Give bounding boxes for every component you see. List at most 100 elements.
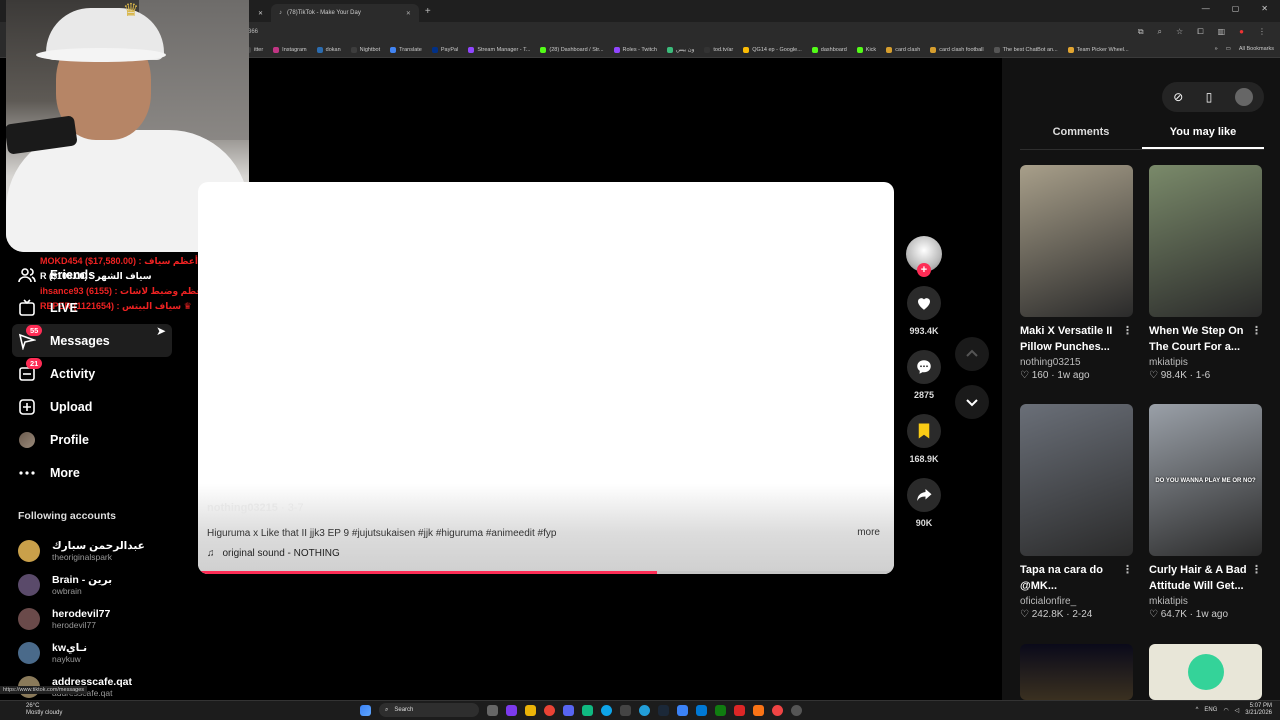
bookmark-item[interactable]: ون بيس xyxy=(666,46,694,53)
language-indicator[interactable]: ENG xyxy=(1204,707,1217,713)
video-card[interactable] xyxy=(1020,644,1133,700)
follow-plus-icon[interactable]: + xyxy=(917,263,931,277)
zoom-icon[interactable]: ⌕ xyxy=(1158,27,1162,37)
bookmark-item[interactable]: dokan xyxy=(316,46,341,53)
video-thumbnail[interactable] xyxy=(1149,165,1262,317)
video-card[interactable] xyxy=(1149,644,1262,700)
bookmark-item[interactable]: Team Picker Wheel... xyxy=(1067,46,1129,53)
edge-icon[interactable] xyxy=(601,704,612,716)
bookmark-item[interactable]: QG14 ep - Google... xyxy=(743,46,802,53)
comment-icon[interactable] xyxy=(907,350,941,384)
weather-widget[interactable]: 26°C Mostly cloudy xyxy=(26,703,62,717)
share-action[interactable]: 90K xyxy=(907,478,941,528)
clock[interactable]: 5:07 PM 3/21/2026 xyxy=(1245,703,1272,717)
bookmark-item[interactable]: The best ChatBot an... xyxy=(993,46,1058,53)
following-account[interactable]: برين - Brain owbrain xyxy=(18,568,178,602)
bookmarks-overflow-icon[interactable]: » xyxy=(1215,46,1218,52)
share-icon[interactable] xyxy=(907,478,941,512)
bookmark-item[interactable]: Instagram xyxy=(273,46,307,53)
video-card[interactable]: When We Step On The Court For a... ⋮ mkiati… xyxy=(1149,165,1262,381)
sidebar-item-messages[interactable]: Messages 55 xyxy=(12,324,172,357)
discord-icon[interactable] xyxy=(563,704,574,716)
previous-video-button[interactable] xyxy=(955,337,989,371)
video-thumbnail[interactable] xyxy=(1020,404,1133,556)
bookmark-item[interactable]: Kick xyxy=(856,46,876,53)
card-author[interactable]: mkiatipis xyxy=(1149,596,1262,607)
following-account[interactable]: kwنـاي naykuw xyxy=(18,636,178,670)
wifi-icon[interactable]: ◠ xyxy=(1223,707,1228,714)
browser-tab[interactable]: ✕ xyxy=(250,4,271,22)
profile-icon[interactable]: ● xyxy=(1239,27,1244,37)
video-sound[interactable]: ♫ original sound - NOTHING xyxy=(207,548,340,559)
sidebar-item-profile[interactable]: Profile xyxy=(12,423,172,456)
author-name[interactable]: nothing03215 xyxy=(207,502,278,514)
star-icon[interactable]: ☆ xyxy=(1176,27,1183,37)
file-explorer-icon[interactable] xyxy=(525,704,536,716)
tab-you-may-like[interactable]: You may like xyxy=(1142,120,1264,149)
video-card[interactable]: Maki X Versatile II Pillow Punches... ⋮ not… xyxy=(1020,165,1133,381)
chrome-icon[interactable] xyxy=(544,704,555,716)
sidebar-item-more[interactable]: More xyxy=(12,456,172,489)
sidebar-item-activity[interactable]: Activity 21 xyxy=(12,357,172,390)
split-icon[interactable]: ▥ xyxy=(1218,27,1226,37)
extensions-icon[interactable]: ⧠ xyxy=(1197,27,1203,37)
card-title[interactable]: Curly Hair & A Bad Attitude Will Get... ⋮ xyxy=(1149,562,1262,594)
compass-icon[interactable]: ⊘ xyxy=(1173,90,1183,104)
video-player[interactable]: nothing03215 · 3-7 Higuruma x Like that … xyxy=(198,182,894,574)
kebab-menu-icon[interactable]: ⋮ xyxy=(1251,323,1262,339)
app-icon[interactable] xyxy=(734,704,745,716)
new-tab-icon[interactable]: + xyxy=(425,6,431,17)
steam-icon[interactable] xyxy=(658,704,669,716)
sidebar-item-friends[interactable]: Friends xyxy=(12,258,172,291)
xbox-icon[interactable] xyxy=(715,704,726,716)
app-icon[interactable] xyxy=(753,704,764,716)
bookmark-item[interactable]: Stream Manager - T... xyxy=(468,46,530,53)
volume-icon[interactable]: ◁ xyxy=(1235,707,1240,714)
minimize-icon[interactable]: — xyxy=(1202,4,1210,13)
card-author[interactable]: oficialonfire_ xyxy=(1020,596,1133,607)
bookmark-item[interactable]: tod.tv/ar xyxy=(704,46,733,53)
video-thumbnail[interactable]: DO YOU WANNA PLAY ME OR NO? xyxy=(1149,404,1262,556)
creator-avatar[interactable]: + xyxy=(906,236,942,277)
following-account[interactable]: herodevil77 herodevil77 xyxy=(18,602,178,636)
app-icon[interactable] xyxy=(791,704,802,716)
obs-icon[interactable] xyxy=(582,704,593,716)
caption-more-link[interactable]: more xyxy=(857,527,880,538)
video-thumbnail[interactable] xyxy=(1020,165,1133,317)
taskbar-search[interactable]: ⌕ Search xyxy=(379,703,479,717)
kebab-menu-icon[interactable]: ⋮ xyxy=(1122,323,1133,339)
card-title[interactable]: Tapa na cara do @MK... ⋮ xyxy=(1020,562,1133,594)
bookmark-item[interactable]: card clash football xyxy=(930,46,984,53)
tab-close-icon[interactable]: ✕ xyxy=(258,10,263,17)
video-progress-bar[interactable] xyxy=(198,571,894,574)
tab-close-icon[interactable]: ✕ xyxy=(406,10,411,17)
card-title[interactable]: Maki X Versatile II Pillow Punches... ⋮ xyxy=(1020,323,1133,355)
video-author[interactable]: nothing03215 · 3-7 xyxy=(207,502,304,514)
mobile-icon[interactable]: ▯ xyxy=(1206,90,1213,104)
bookmark-icon[interactable] xyxy=(907,414,941,448)
calculator-icon[interactable] xyxy=(620,704,631,716)
heart-action[interactable]: 993.4K xyxy=(907,286,941,336)
browser-tab-tiktok[interactable]: ♪ (78)TikTok - Make Your Day ✕ xyxy=(271,4,419,22)
heart-icon[interactable] xyxy=(907,286,941,320)
app-icon[interactable] xyxy=(696,704,707,716)
card-author[interactable]: nothing03215 xyxy=(1020,357,1133,368)
app-icon[interactable] xyxy=(677,704,688,716)
bookmark-item[interactable]: Nightbot xyxy=(350,46,380,53)
tab-comments[interactable]: Comments xyxy=(1020,120,1142,149)
kebab-menu-icon[interactable]: ⋮ xyxy=(1122,562,1133,578)
video-card[interactable]: Tapa na cara do @MK... ⋮ oficialonfire_ ♡ 24… xyxy=(1020,404,1133,620)
task-view-icon[interactable] xyxy=(487,704,498,716)
copilot-icon[interactable] xyxy=(506,704,517,716)
bookmark-item[interactable]: card clash xyxy=(886,46,920,53)
following-account[interactable]: عبدالرحمن سبارك theoriginalspark xyxy=(18,534,178,568)
maximize-icon[interactable]: ▢ xyxy=(1232,4,1240,13)
install-app-icon[interactable]: ⧉ xyxy=(1138,27,1144,37)
next-video-button[interactable] xyxy=(955,385,989,419)
comment-action[interactable]: 2875 xyxy=(907,350,941,400)
bookmark-item[interactable]: (28) Dashboard / Str... xyxy=(540,46,604,53)
bookmark-item[interactable]: dashboard xyxy=(811,46,847,53)
bookmark-action[interactable]: 168.9K xyxy=(907,414,941,464)
bookmark-item[interactable]: PayPal xyxy=(431,46,458,53)
windows-start-icon[interactable] xyxy=(360,704,371,716)
